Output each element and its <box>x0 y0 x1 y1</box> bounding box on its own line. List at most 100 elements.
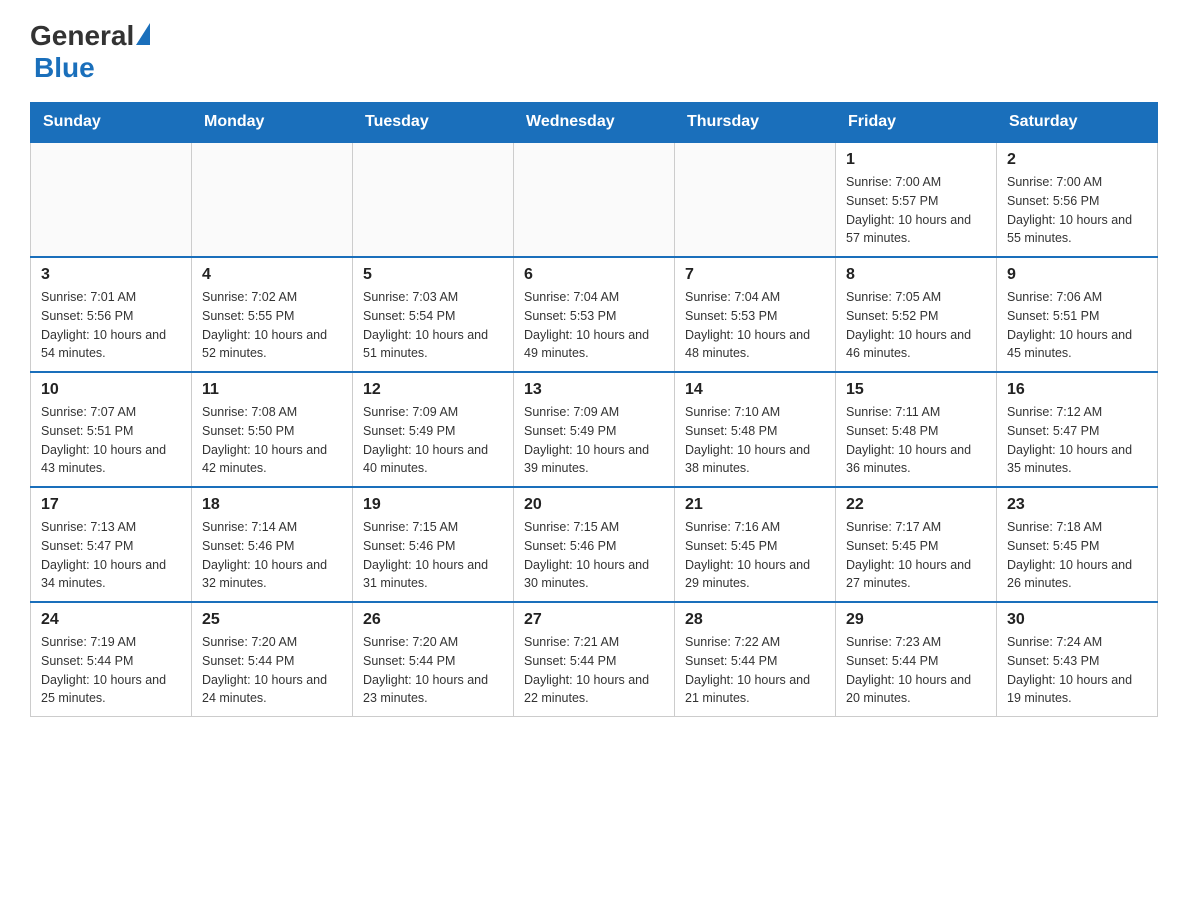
calendar-table: Sunday Monday Tuesday Wednesday Thursday… <box>30 102 1158 717</box>
calendar-cell: 17Sunrise: 7:13 AMSunset: 5:47 PMDayligh… <box>31 487 192 602</box>
col-header-monday: Monday <box>192 103 353 143</box>
calendar-cell: 19 Sunrise: 7:15 AMSunset: 5:46 PMDayligh… <box>353 487 514 602</box>
day-info: Sunrise: 7:16 AMSunset: 5:45 PMDaylight:… <box>685 518 825 593</box>
day-info: Sunrise: 7:12 AMSunset: 5:47 PMDaylight:… <box>1007 403 1147 478</box>
calendar-header-row: Sunday Monday Tuesday Wednesday Thursday… <box>31 103 1158 143</box>
calendar-cell <box>353 142 514 257</box>
day-number: 11 <box>202 381 342 399</box>
day-info: Sunrise: 7:20 AMSunset: 5:44 PMDaylight:… <box>363 633 503 708</box>
day-number: 20 <box>524 496 664 514</box>
day-number: 26 <box>363 611 503 629</box>
calendar-cell: 10 Sunrise: 7:07 AMSunset: 5:51 PMDayligh… <box>31 372 192 487</box>
calendar-cell: 23Sunrise: 7:18 AMSunset: 5:45 PMDayligh… <box>997 487 1158 602</box>
day-number: 8 <box>846 266 986 284</box>
day-info: Sunrise: 7:24 AMSunset: 5:43 PMDaylight:… <box>1007 633 1147 708</box>
day-number: 22 <box>846 496 986 514</box>
calendar-cell: 14 Sunrise: 7:10 AMSunset: 5:48 PMDayligh… <box>675 372 836 487</box>
day-info: Sunrise: 7:20 AMSunset: 5:44 PMDaylight:… <box>202 633 342 708</box>
day-info: Sunrise: 7:04 AMSunset: 5:53 PMDaylight:… <box>524 288 664 363</box>
day-number: 6 <box>524 266 664 284</box>
day-info: Sunrise: 7:19 AMSunset: 5:44 PMDaylight:… <box>41 633 181 708</box>
day-number: 16 <box>1007 381 1147 399</box>
calendar-cell: 4 Sunrise: 7:02 AMSunset: 5:55 PMDaylight… <box>192 257 353 372</box>
day-info: Sunrise: 7:04 AMSunset: 5:53 PMDaylight:… <box>685 288 825 363</box>
day-number: 7 <box>685 266 825 284</box>
day-info: Sunrise: 7:08 AMSunset: 5:50 PMDaylight:… <box>202 403 342 478</box>
day-info: Sunrise: 7:10 AMSunset: 5:48 PMDaylight:… <box>685 403 825 478</box>
logo-blue-text: Blue <box>34 52 95 83</box>
day-number: 2 <box>1007 151 1147 169</box>
day-number: 9 <box>1007 266 1147 284</box>
day-number: 18 <box>202 496 342 514</box>
day-info: Sunrise: 7:07 AMSunset: 5:51 PMDaylight:… <box>41 403 181 478</box>
calendar-cell: 2Sunrise: 7:00 AMSunset: 5:56 PMDaylight… <box>997 142 1158 257</box>
col-header-saturday: Saturday <box>997 103 1158 143</box>
day-number: 5 <box>363 266 503 284</box>
calendar-cell <box>31 142 192 257</box>
day-info: Sunrise: 7:09 AMSunset: 5:49 PMDaylight:… <box>363 403 503 478</box>
day-number: 28 <box>685 611 825 629</box>
day-info: Sunrise: 7:11 AMSunset: 5:48 PMDaylight:… <box>846 403 986 478</box>
day-info: Sunrise: 7:05 AMSunset: 5:52 PMDaylight:… <box>846 288 986 363</box>
day-number: 24 <box>41 611 181 629</box>
calendar-cell: 1 Sunrise: 7:00 AMSunset: 5:57 PMDaylight… <box>836 142 997 257</box>
week-row-3: 10 Sunrise: 7:07 AMSunset: 5:51 PMDayligh… <box>31 372 1158 487</box>
day-number: 27 <box>524 611 664 629</box>
calendar-cell: 8 Sunrise: 7:05 AMSunset: 5:52 PMDaylight… <box>836 257 997 372</box>
day-info: Sunrise: 7:15 AMSunset: 5:46 PMDaylight:… <box>363 518 503 593</box>
calendar-cell: 30Sunrise: 7:24 AMSunset: 5:43 PMDayligh… <box>997 602 1158 717</box>
col-header-thursday: Thursday <box>675 103 836 143</box>
day-number: 19 <box>363 496 503 514</box>
day-info: Sunrise: 7:14 AMSunset: 5:46 PMDaylight:… <box>202 518 342 593</box>
day-number: 21 <box>685 496 825 514</box>
calendar-cell <box>675 142 836 257</box>
calendar-cell: 9 Sunrise: 7:06 AMSunset: 5:51 PMDaylight… <box>997 257 1158 372</box>
day-info: Sunrise: 7:17 AMSunset: 5:45 PMDaylight:… <box>846 518 986 593</box>
calendar-cell: 7 Sunrise: 7:04 AMSunset: 5:53 PMDaylight… <box>675 257 836 372</box>
day-number: 14 <box>685 381 825 399</box>
day-number: 1 <box>846 151 986 169</box>
calendar-cell <box>514 142 675 257</box>
calendar-cell: 29Sunrise: 7:23 AMSunset: 5:44 PMDayligh… <box>836 602 997 717</box>
calendar-cell: 13 Sunrise: 7:09 AMSunset: 5:49 PMDayligh… <box>514 372 675 487</box>
calendar-cell: 27 Sunrise: 7:21 AMSunset: 5:44 PMDayligh… <box>514 602 675 717</box>
day-info: Sunrise: 7:22 AMSunset: 5:44 PMDaylight:… <box>685 633 825 708</box>
calendar-cell: 20Sunrise: 7:15 AMSunset: 5:46 PMDayligh… <box>514 487 675 602</box>
page-header: General Blue <box>30 20 1158 84</box>
calendar-cell: 22 Sunrise: 7:17 AMSunset: 5:45 PMDayligh… <box>836 487 997 602</box>
calendar-cell: 3Sunrise: 7:01 AMSunset: 5:56 PMDaylight… <box>31 257 192 372</box>
calendar-cell: 15 Sunrise: 7:11 AMSunset: 5:48 PMDayligh… <box>836 372 997 487</box>
day-number: 25 <box>202 611 342 629</box>
calendar-cell: 25 Sunrise: 7:20 AMSunset: 5:44 PMDayligh… <box>192 602 353 717</box>
col-header-wednesday: Wednesday <box>514 103 675 143</box>
col-header-sunday: Sunday <box>31 103 192 143</box>
col-header-friday: Friday <box>836 103 997 143</box>
day-info: Sunrise: 7:21 AMSunset: 5:44 PMDaylight:… <box>524 633 664 708</box>
calendar-cell: 12Sunrise: 7:09 AMSunset: 5:49 PMDayligh… <box>353 372 514 487</box>
day-number: 4 <box>202 266 342 284</box>
day-number: 13 <box>524 381 664 399</box>
day-info: Sunrise: 7:00 AMSunset: 5:57 PMDaylight:… <box>846 173 986 248</box>
week-row-5: 24 Sunrise: 7:19 AMSunset: 5:44 PMDayligh… <box>31 602 1158 717</box>
day-info: Sunrise: 7:09 AMSunset: 5:49 PMDaylight:… <box>524 403 664 478</box>
calendar-cell: 26 Sunrise: 7:20 AMSunset: 5:44 PMDayligh… <box>353 602 514 717</box>
day-number: 10 <box>41 381 181 399</box>
calendar-cell: 18 Sunrise: 7:14 AMSunset: 5:46 PMDayligh… <box>192 487 353 602</box>
logo-triangle-icon <box>136 23 150 45</box>
day-info: Sunrise: 7:02 AMSunset: 5:55 PMDaylight:… <box>202 288 342 363</box>
day-info: Sunrise: 7:23 AMSunset: 5:44 PMDaylight:… <box>846 633 986 708</box>
day-number: 15 <box>846 381 986 399</box>
calendar-cell: 21 Sunrise: 7:16 AMSunset: 5:45 PMDayligh… <box>675 487 836 602</box>
calendar-cell: 16 Sunrise: 7:12 AMSunset: 5:47 PMDayligh… <box>997 372 1158 487</box>
calendar-cell: 28 Sunrise: 7:22 AMSunset: 5:44 PMDayligh… <box>675 602 836 717</box>
logo-general-text: General <box>30 20 134 52</box>
day-info: Sunrise: 7:01 AMSunset: 5:56 PMDaylight:… <box>41 288 181 363</box>
week-row-1: 1 Sunrise: 7:00 AMSunset: 5:57 PMDaylight… <box>31 142 1158 257</box>
week-row-2: 3Sunrise: 7:01 AMSunset: 5:56 PMDaylight… <box>31 257 1158 372</box>
col-header-tuesday: Tuesday <box>353 103 514 143</box>
calendar-cell <box>192 142 353 257</box>
day-number: 23 <box>1007 496 1147 514</box>
logo-area: General Blue <box>30 20 150 84</box>
calendar-cell: 24 Sunrise: 7:19 AMSunset: 5:44 PMDayligh… <box>31 602 192 717</box>
day-info: Sunrise: 7:06 AMSunset: 5:51 PMDaylight:… <box>1007 288 1147 363</box>
